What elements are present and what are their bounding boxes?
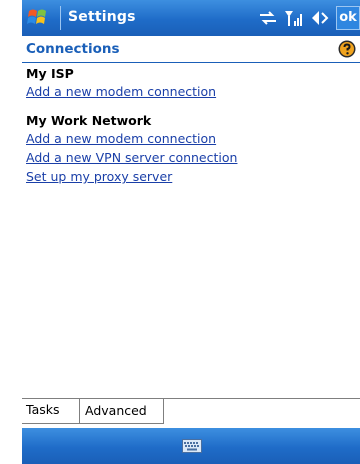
left-margin xyxy=(0,0,22,464)
work-proxy-link[interactable]: Set up my proxy server xyxy=(26,167,356,186)
connectivity-icon[interactable] xyxy=(258,8,278,28)
isp-add-modem-link[interactable]: Add a new modem connection xyxy=(26,82,356,101)
work-add-vpn-link[interactable]: Add a new VPN server connection xyxy=(26,148,356,167)
tab-tasks[interactable]: Tasks xyxy=(22,398,80,424)
menu-bar xyxy=(22,428,360,464)
section-my-isp: My ISP Add a new modem connection xyxy=(26,66,356,101)
window-title: Settings xyxy=(68,9,136,25)
title-separator xyxy=(60,6,61,30)
section-my-work-network: My Work Network Add a new modem connecti… xyxy=(26,113,356,186)
section-title: My ISP xyxy=(26,66,74,81)
section-title: My Work Network xyxy=(26,113,152,128)
work-add-modem-link[interactable]: Add a new modem connection xyxy=(26,129,356,148)
title-bar: Settings ok xyxy=(22,0,360,36)
tab-strip: Tasks Advanced xyxy=(22,398,360,429)
signal-icon[interactable] xyxy=(284,8,304,28)
page-title: Connections xyxy=(26,41,120,57)
keyboard-icon[interactable] xyxy=(182,439,202,453)
content-area: My ISP Add a new modem connection My Wor… xyxy=(26,66,356,198)
windows-start-icon[interactable] xyxy=(26,5,52,31)
help-icon[interactable] xyxy=(338,40,356,58)
speaker-icon[interactable] xyxy=(310,8,332,28)
page-header: Connections xyxy=(22,36,360,63)
ok-button[interactable]: ok xyxy=(336,6,360,30)
device-screen: Settings ok Connections My ISP Add a new… xyxy=(22,0,360,464)
tab-advanced[interactable]: Advanced xyxy=(80,398,164,424)
